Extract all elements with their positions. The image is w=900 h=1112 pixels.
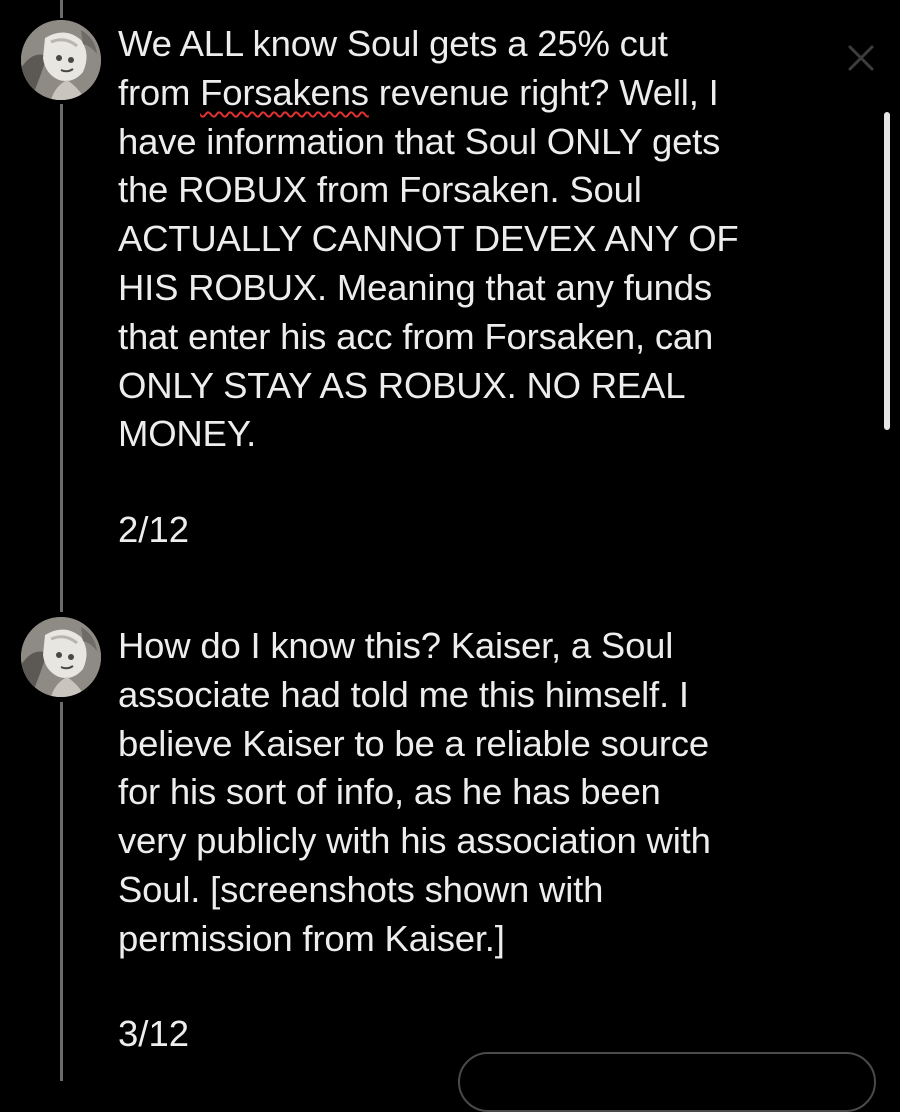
- bottom-action-bar[interactable]: [458, 1052, 876, 1112]
- misspelled-word[interactable]: Forsakens: [200, 72, 369, 113]
- thread-counter: 3/12: [118, 1013, 190, 1054]
- thread-connector-line: [60, 104, 63, 612]
- user-avatar-icon[interactable]: [21, 20, 101, 100]
- post-text: How do I know this? Kaiser, a Soul assoc…: [118, 625, 711, 959]
- thread-connector-line: [60, 702, 63, 1081]
- post-text: We ALL know Soul gets a 25% cut from For…: [118, 23, 739, 455]
- thread-connector-line: [60, 0, 63, 18]
- thread-counter: 2/12: [118, 509, 190, 550]
- close-icon[interactable]: [841, 38, 881, 78]
- user-avatar-icon[interactable]: [21, 617, 101, 697]
- scrollbar-thumb[interactable]: [884, 112, 890, 430]
